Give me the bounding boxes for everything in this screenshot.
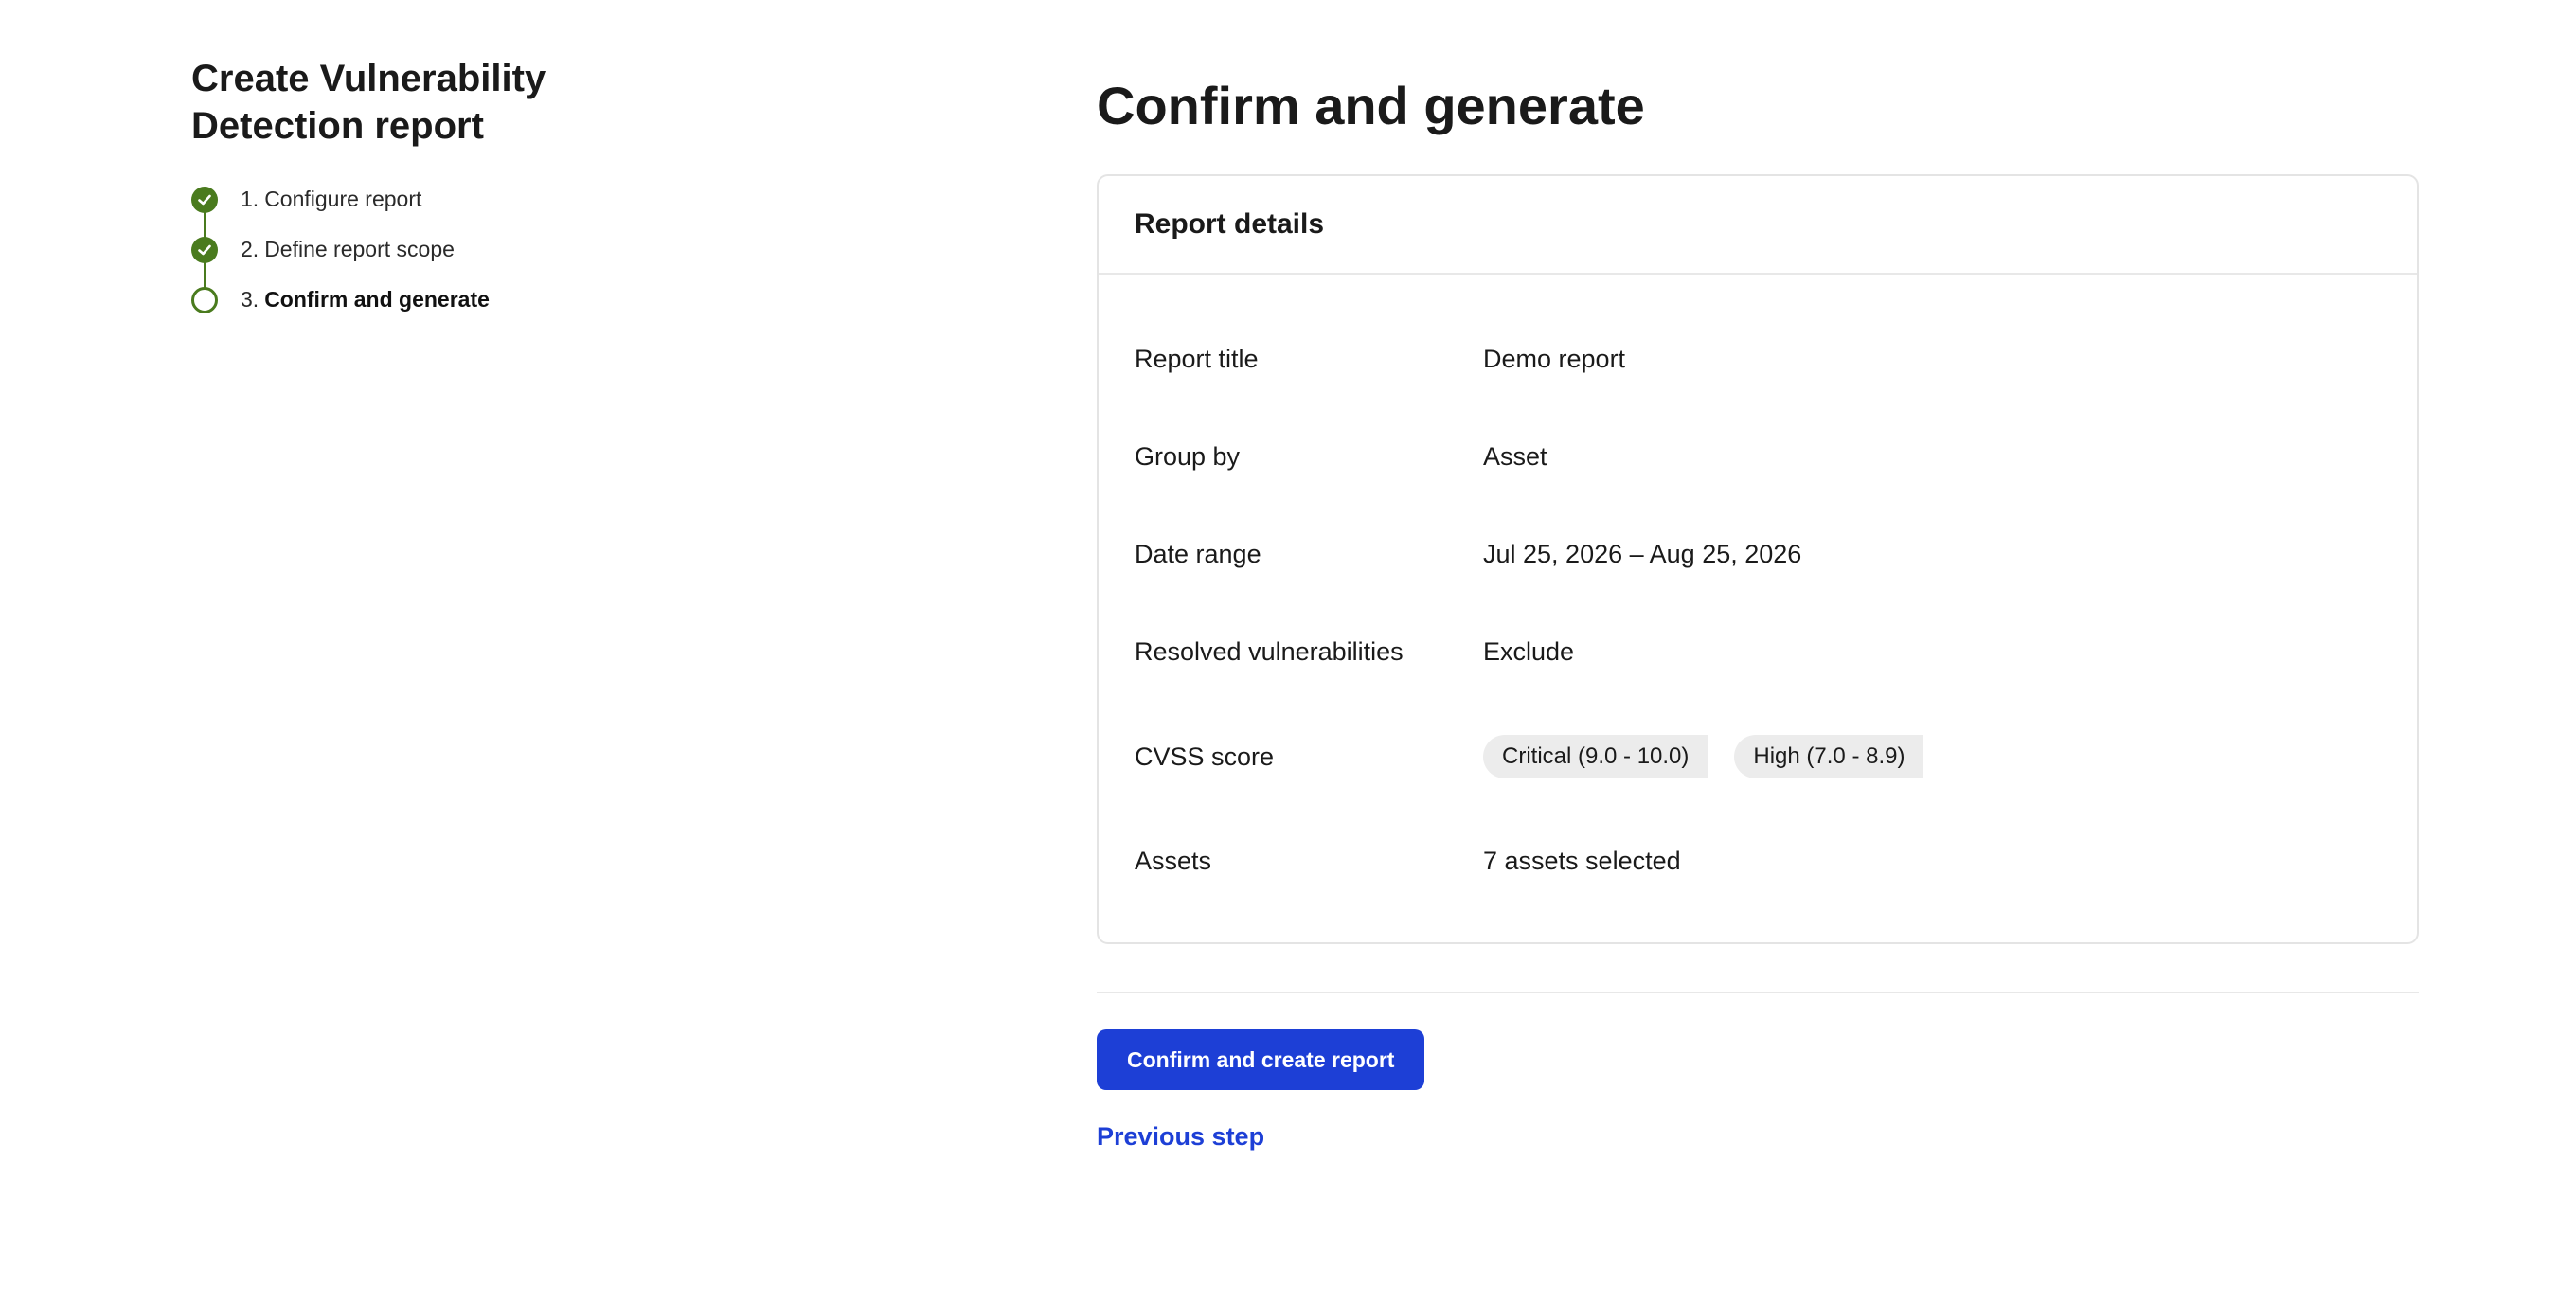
wizard-sidebar: Create Vulnerability Detection report 1.… xyxy=(191,55,722,349)
wizard-title-line1: Create Vulnerability xyxy=(191,58,546,99)
detail-value: 7 assets selected xyxy=(1483,847,1681,875)
page-title: Confirm and generate xyxy=(1097,76,1645,135)
step-confirm-and-generate: 3. Confirm and generate xyxy=(191,284,722,334)
step-number: 3. xyxy=(241,287,259,312)
detail-value: Demo report xyxy=(1483,345,1626,373)
main-content: Confirm and generate Report details Repo… xyxy=(1097,66,2419,1152)
card-title: Report details xyxy=(1135,208,1325,240)
confirm-and-create-report-button[interactable]: Confirm and create report xyxy=(1097,1029,1425,1090)
detail-row-date-range: Date range Jul 25, 2026 – Aug 25, 2026 xyxy=(1135,506,2381,603)
detail-label: CVSS score xyxy=(1135,742,1275,771)
wizard-title-line2: Detection report xyxy=(191,105,484,147)
step-text: 1. Configure report xyxy=(241,184,421,214)
detail-row-resolved-vulnerabilities: Resolved vulnerabilities Exclude xyxy=(1135,603,2381,701)
detail-value: Jul 25, 2026 – Aug 25, 2026 xyxy=(1483,540,1802,568)
step-define-report-scope[interactable]: 2. Define report scope xyxy=(191,234,722,284)
step-label: Configure report xyxy=(264,187,422,211)
step-number: 2. xyxy=(241,237,259,261)
step-number: 1. xyxy=(241,187,259,211)
check-icon xyxy=(191,187,218,213)
stepper: 1. Configure report 2. Define report scope… xyxy=(191,184,722,334)
detail-label: Assets xyxy=(1135,847,1212,875)
previous-step-link[interactable]: Previous step xyxy=(1097,1122,1264,1152)
detail-row-group-by: Group by Asset xyxy=(1135,408,2381,506)
detail-label: Resolved vulnerabilities xyxy=(1135,637,1404,666)
detail-row-cvss-score: CVSS score Critical (9.0 - 10.0) High (7… xyxy=(1135,701,2381,813)
step-label: Confirm and generate xyxy=(264,287,490,312)
cvss-tag-high: High (7.0 - 8.9) xyxy=(1734,735,1924,778)
detail-label: Report title xyxy=(1135,345,1259,373)
step-text: 3. Confirm and generate xyxy=(241,284,490,314)
cvss-tags: Critical (9.0 - 10.0) High (7.0 - 8.9) xyxy=(1483,735,1924,778)
divider xyxy=(1097,992,2419,993)
detail-row-assets: Assets 7 assets selected xyxy=(1135,813,2381,910)
detail-value: Exclude xyxy=(1483,637,1575,666)
detail-row-report-title: Report title Demo report xyxy=(1135,311,2381,408)
cvss-tag-critical: Critical (9.0 - 10.0) xyxy=(1483,735,1708,778)
detail-value: Asset xyxy=(1483,442,1547,471)
report-details-card: Report details Report title Demo report … xyxy=(1097,174,2419,944)
step-label: Define report scope xyxy=(264,237,455,261)
check-icon xyxy=(191,237,218,263)
card-body: Report title Demo report Group by Asset … xyxy=(1099,275,2417,942)
detail-label: Date range xyxy=(1135,540,1261,568)
card-header: Report details xyxy=(1099,176,2417,275)
current-step-circle-icon xyxy=(191,287,218,313)
wizard-title: Create Vulnerability Detection report xyxy=(191,55,722,150)
detail-label: Group by xyxy=(1135,442,1241,471)
step-configure-report[interactable]: 1. Configure report xyxy=(191,184,722,234)
step-text: 2. Define report scope xyxy=(241,234,455,264)
